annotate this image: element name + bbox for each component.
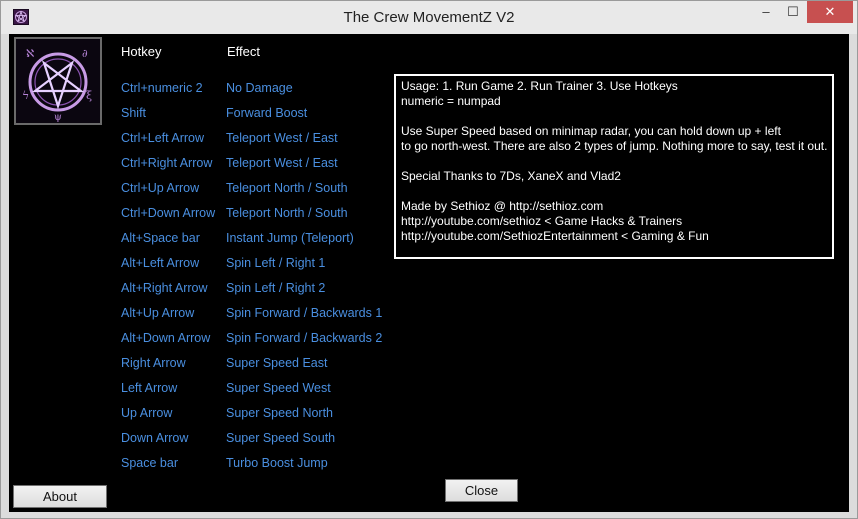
usage-info-box: Usage: 1. Run Game 2. Run Trainer 3. Use… [394, 74, 834, 259]
effect-cell: Teleport North / South [226, 206, 348, 220]
about-button[interactable]: About [13, 485, 107, 508]
hotkey-cell: Alt+Down Arrow [121, 331, 211, 345]
hotkey-cell: Down Arrow [121, 431, 189, 445]
hotkey-cell: Shift [121, 106, 147, 120]
info-line [401, 184, 827, 199]
minimize-button[interactable]: – [753, 1, 779, 23]
svg-text:ξ: ξ [86, 89, 92, 102]
effect-cell: Forward Boost [226, 106, 308, 120]
hotkey-cell: Right Arrow [121, 356, 186, 370]
info-line: Made by Sethioz @ http://sethioz.com [401, 199, 604, 213]
effect-cell: No Damage [226, 81, 293, 95]
effect-cell: Super Speed West [226, 381, 331, 395]
info-line: Usage: 1. Run Game 2. Run Trainer 3. Use… [401, 79, 678, 93]
client-area: ℵ ∂ ϟ ξ ψ About Hotkey Effect Ctrl+numer… [9, 34, 849, 512]
hotkey-cell: Ctrl+Up Arrow [121, 181, 200, 195]
svg-text:∂: ∂ [82, 47, 88, 60]
pentagram-logo: ℵ ∂ ϟ ξ ψ [14, 37, 102, 125]
info-line [401, 154, 827, 169]
info-line: http://youtube.com/sethioz < Game Hacks … [401, 214, 683, 228]
close-button[interactable]: Close [445, 479, 518, 502]
hotkey-cell: Left Arrow [121, 381, 178, 395]
info-line [401, 109, 827, 124]
hotkey-cell: Ctrl+Left Arrow [121, 131, 205, 145]
hotkey-cell: Alt+Left Arrow [121, 256, 200, 270]
hotkey-cell: Alt+Space bar [121, 231, 200, 245]
info-line: to go north-west. There are also 2 types… [401, 139, 828, 153]
effect-header: Effect [227, 44, 261, 59]
hotkey-cell: Ctrl+numeric 2 [121, 81, 203, 95]
maximize-button[interactable]: ☐ [780, 1, 806, 23]
close-window-button[interactable]: ✕ [807, 1, 853, 23]
window-title: The Crew MovementZ V2 [343, 9, 515, 26]
info-line: numeric = numpad [401, 94, 501, 108]
info-line: Special Thanks to 7Ds, XaneX and Vlad2 [401, 169, 621, 183]
info-line: http://youtube.com/SethiozEntertainment … [401, 229, 709, 243]
effect-cell: Spin Left / Right 2 [226, 281, 326, 295]
hotkey-header: Hotkey [121, 44, 162, 59]
svg-text:ψ: ψ [54, 112, 62, 123]
hotkey-cell: Up Arrow [121, 406, 173, 420]
hotkey-cell: Space bar [121, 456, 178, 470]
effect-cell: Spin Forward / Backwards 2 [226, 331, 383, 345]
effect-cell: Super Speed South [226, 431, 336, 445]
svg-text:ϟ: ϟ [22, 89, 29, 102]
effect-cell: Instant Jump (Teleport) [226, 231, 354, 245]
effect-cell: Teleport West / East [226, 131, 338, 145]
hotkey-cell: Ctrl+Down Arrow [121, 206, 216, 220]
effect-cell: Teleport West / East [226, 156, 338, 170]
svg-text:ℵ: ℵ [26, 47, 34, 60]
info-line: Use Super Speed based on minimap radar, … [401, 124, 781, 138]
trainer-window: The Crew MovementZ V2 – ☐ ✕ ℵ ∂ ϟ ξ ψ Ab… [0, 0, 858, 519]
effect-cell: Teleport North / South [226, 181, 348, 195]
effect-cell: Super Speed East [226, 356, 328, 370]
effect-cell: Turbo Boost Jump [226, 456, 328, 470]
title-bar[interactable]: The Crew MovementZ V2 – ☐ ✕ [1, 1, 857, 34]
hotkey-cell: Ctrl+Right Arrow [121, 156, 213, 170]
effect-cell: Super Speed North [226, 406, 334, 420]
hotkey-cell: Alt+Up Arrow [121, 306, 195, 320]
hotkey-cell: Alt+Right Arrow [121, 281, 208, 295]
effect-cell: Spin Left / Right 1 [226, 256, 326, 270]
effect-cell: Spin Forward / Backwards 1 [226, 306, 383, 320]
